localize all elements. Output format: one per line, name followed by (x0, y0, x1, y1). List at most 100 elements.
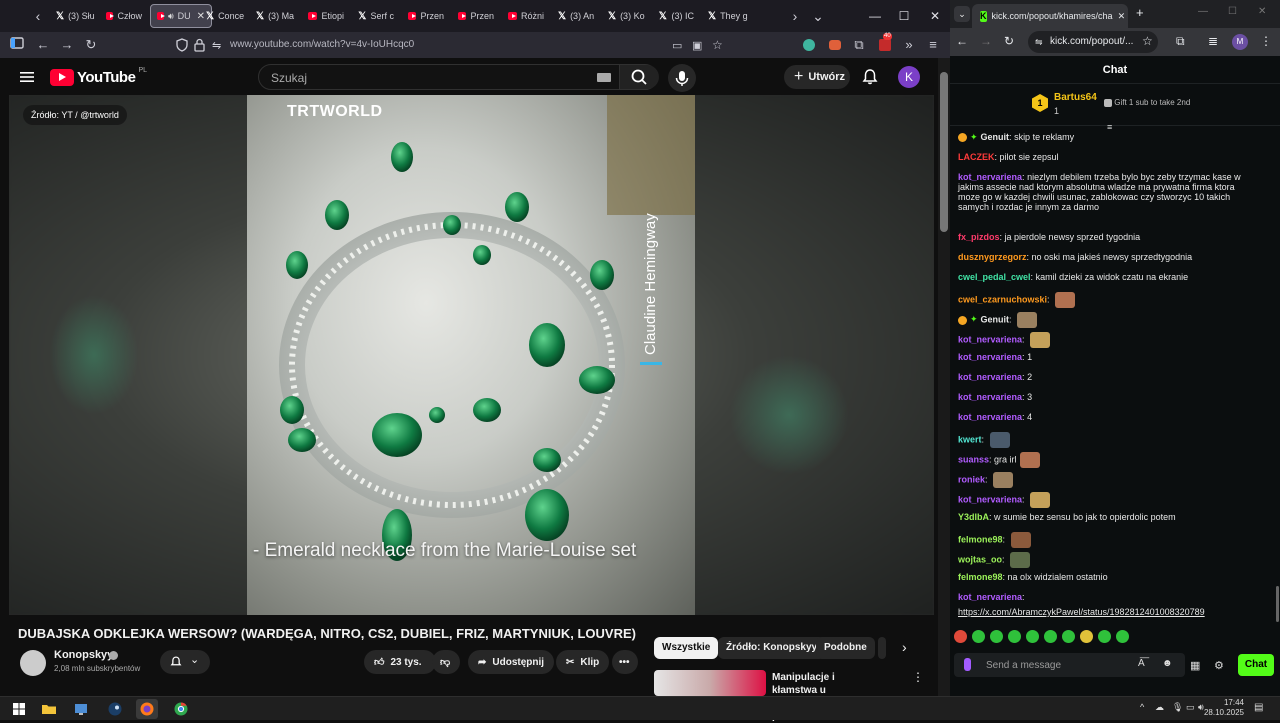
chat-username[interactable]: Genuit (981, 314, 1010, 324)
browser-tab[interactable]: 𝕏 (3) IC (652, 4, 700, 28)
chrome-extensions-icon[interactable]: ⧉ (1176, 34, 1185, 49)
browser-tab[interactable]: Przen (452, 4, 500, 28)
video-player[interactable]: TRTWORLD Claudine Hemingway - Emerald ne… (9, 95, 934, 615)
chat-username[interactable]: dusznygrzegorz (958, 252, 1027, 262)
chat-username[interactable]: cwel_czarnuchowski (958, 294, 1047, 304)
onedrive-icon[interactable]: ☁ (1155, 702, 1164, 713)
sidebar-toggle-icon[interactable] (10, 36, 28, 54)
chrome-tab-kick[interactable]: K kick.com/popout/khamires/cha ✕ (972, 4, 1128, 28)
chat-username[interactable]: kot_nervariena (958, 494, 1022, 504)
permissions-icon[interactable]: ⇋ (212, 39, 221, 52)
clock[interactable]: 17:44 28.10.2025 (1200, 698, 1244, 718)
emote-quick-icon[interactable] (1062, 630, 1075, 643)
chat-username[interactable]: kot_nervariena (958, 392, 1022, 402)
chat-username[interactable]: kot_nervariena (958, 352, 1022, 362)
maximize-icon[interactable]: ☐ (889, 0, 919, 32)
app-menu-icon[interactable]: ≡ (924, 36, 942, 54)
chat-username[interactable]: fx_pizdos (958, 232, 1000, 242)
top-gifter-username[interactable]: Bartus64 (1054, 92, 1097, 103)
recommended-video-thumbnail[interactable] (654, 670, 766, 696)
browser-tab[interactable]: 𝕏 Conce (200, 4, 248, 28)
reader-view-icon[interactable]: ▭ (672, 39, 682, 52)
chat-username[interactable]: wojtas_oo (958, 554, 1002, 564)
browser-tab[interactable]: 𝕏 (3) An (552, 4, 600, 28)
chat-username[interactable]: kot_nervariena (958, 172, 1022, 182)
chat-username[interactable]: kwert (958, 434, 982, 444)
browser-tab[interactable]: Różni (502, 4, 550, 28)
recommendation-menu-icon[interactable]: ⋮ (912, 670, 924, 684)
desktop-app-icon[interactable] (70, 699, 92, 719)
chat-username[interactable]: felmone98 (958, 572, 1003, 582)
chrome-profile-avatar[interactable]: M (1232, 34, 1248, 50)
account-avatar[interactable]: K (898, 66, 920, 88)
chat-username[interactable]: kot_nervariena (958, 592, 1022, 602)
tab-scroll-left-icon[interactable]: ‹ (28, 6, 48, 26)
create-button[interactable]: + Utwórz (784, 65, 850, 89)
like-button[interactable]: 👍︎ 23 tys. (364, 650, 436, 674)
search-button[interactable] (619, 65, 659, 89)
notifications-bell-icon[interactable] (860, 67, 880, 87)
emote-quick-icon[interactable] (972, 630, 985, 643)
browser-tab[interactable]: 𝕏 Serf c (352, 4, 400, 28)
chip-more[interactable] (878, 637, 886, 659)
chrome-media-icon[interactable]: ≣ (1208, 34, 1218, 48)
chrome-reload-icon[interactable]: ↻ (1004, 34, 1014, 48)
network-icon[interactable]: ▭ (1186, 702, 1195, 713)
browser-tab[interactable]: 𝕏 (3) Ko (602, 4, 650, 28)
chat-username[interactable]: felmone98 (958, 534, 1003, 544)
forward-icon[interactable]: → (58, 36, 76, 54)
shield-icon[interactable] (176, 38, 188, 52)
browser-tab[interactable]: 𝕏 (3) Ma (250, 4, 298, 28)
chips-next-icon[interactable]: › (902, 639, 907, 655)
emote-quick-icon[interactable] (1044, 630, 1057, 643)
minimize-icon[interactable]: — (860, 0, 890, 32)
chrome-close-icon[interactable]: ✕ (1258, 6, 1266, 17)
new-tab-icon[interactable]: + (1136, 5, 1144, 20)
tab-scroll-right-icon[interactable]: › (785, 6, 805, 26)
chat-input[interactable]: Send a message A͞ ☻ (954, 653, 1185, 677)
browser-tab[interactable]: Człow (100, 4, 148, 28)
chrome-minimize-icon[interactable]: — (1198, 6, 1208, 17)
more-actions-button[interactable]: ••• (612, 650, 638, 674)
chat-username[interactable]: roniek (958, 474, 985, 484)
settings-gear-icon[interactable]: ⚙ (1214, 659, 1224, 672)
chat-username[interactable]: cwel_pedal_cwel (958, 272, 1031, 282)
channel-name[interactable]: Konopskyy (54, 649, 113, 661)
steam-icon[interactable] (104, 699, 126, 719)
page-scrollbar[interactable] (938, 58, 950, 696)
tab-search-icon[interactable]: ⌄ (954, 6, 970, 22)
browser-tab[interactable]: 𝕏 (3) Słu (50, 4, 98, 28)
reload-icon[interactable]: ↻ (82, 36, 100, 54)
chip-source[interactable]: Źródło: Konopskyy (718, 637, 826, 659)
site-info-icon[interactable]: ⇋ (1035, 31, 1043, 53)
chat-username[interactable]: suanss (958, 454, 989, 464)
voice-search-button[interactable] (668, 64, 696, 92)
chrome-maximize-icon[interactable]: ☐ (1228, 6, 1237, 17)
chat-username[interactable]: kot_nervariena (958, 412, 1022, 422)
microphone-tray-icon[interactable]: 🎙︎ (1172, 702, 1183, 713)
file-explorer-icon[interactable] (38, 699, 60, 719)
extension-fox-icon[interactable] (826, 36, 844, 54)
emote-quick-icon[interactable] (1080, 630, 1093, 643)
hamburger-menu-icon[interactable] (18, 68, 36, 86)
notifications-icon[interactable]: ▤ (1254, 702, 1263, 713)
gift-sub-hint[interactable]: Gift 1 sub to take 2nd (1104, 98, 1190, 107)
browser-tab[interactable]: Etiopi (302, 4, 350, 28)
emoji-picker-icon[interactable]: ☻ (1162, 658, 1173, 669)
chat-link[interactable]: https://x.com/AbramczykPawel/status/1982… (958, 607, 1258, 617)
chrome-forward-icon[interactable]: → (980, 34, 992, 48)
keyboard-icon[interactable] (597, 73, 611, 82)
extension-badge-icon[interactable]: 40 (876, 33, 894, 54)
clip-button[interactable]: ✂ Klip (556, 650, 610, 674)
channel-avatar[interactable] (20, 650, 46, 676)
chip-all[interactable]: Wszystkie (654, 637, 719, 659)
firefox-taskbar-icon[interactable] (136, 699, 158, 719)
chrome-taskbar-icon[interactable] (170, 699, 192, 719)
dislike-button[interactable]: 👎︎ (432, 650, 460, 674)
search-input[interactable]: Szukaj (271, 71, 307, 85)
emote-quick-icon[interactable] (954, 630, 967, 643)
chat-username[interactable]: kot_nervariena (958, 334, 1022, 344)
screenshot-icon[interactable]: ▣ (692, 39, 702, 52)
store-icon[interactable]: ▦ (1190, 659, 1200, 672)
microphone-icon[interactable] (964, 658, 971, 671)
